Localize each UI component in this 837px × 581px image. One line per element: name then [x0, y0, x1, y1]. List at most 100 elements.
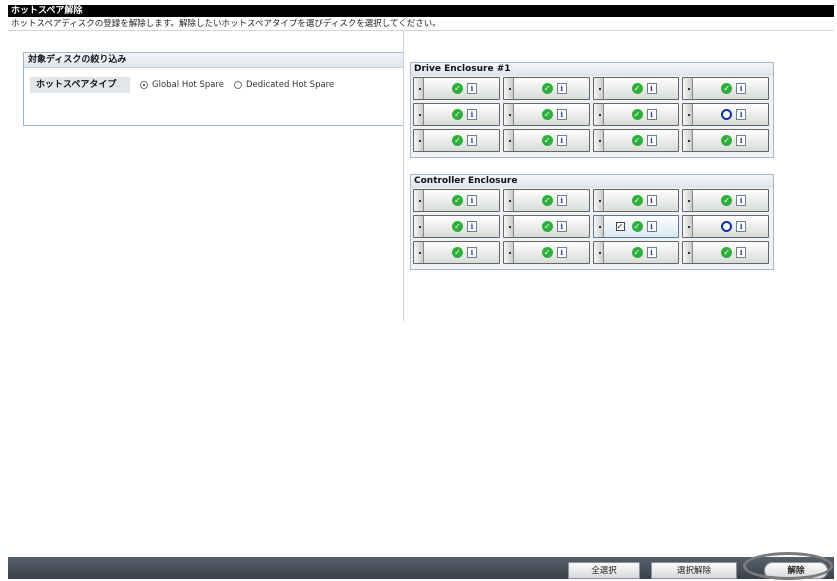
radio-global-hot-spare[interactable]: Global Hot Spare	[140, 80, 224, 90]
disk-slot[interactable]: ✓ i	[502, 103, 590, 126]
drive-latch-icon	[593, 130, 604, 151]
info-icon[interactable]: i	[556, 135, 567, 146]
drive-latch-icon	[593, 78, 604, 99]
disk-slot[interactable]: ✓ i	[502, 215, 590, 238]
enclosure-title: Controller Enclosure	[411, 175, 773, 188]
info-icon[interactable]: i	[646, 83, 657, 94]
disk-slot[interactable]: ✓ i	[413, 129, 500, 152]
info-icon[interactable]: i	[467, 135, 477, 146]
disk-slot[interactable]: ✓ i	[413, 241, 500, 264]
drive-latch-icon	[414, 216, 424, 237]
info-icon[interactable]: i	[467, 195, 477, 206]
disk-slot[interactable]: ✓ i	[592, 189, 680, 212]
deselect-button[interactable]: 選択解除	[651, 562, 737, 579]
check-circle-icon: ✓	[541, 195, 553, 206]
check-circle-icon: ✓	[631, 135, 643, 146]
info-icon[interactable]: i	[736, 135, 747, 146]
info-icon[interactable]: i	[467, 247, 477, 258]
check-circle-icon: ✓	[631, 221, 643, 232]
disk-row: ✓ i ✓ i ✓ i ✓ i	[413, 77, 772, 102]
release-button[interactable]: 解除	[764, 562, 828, 579]
info-icon[interactable]: i	[646, 247, 657, 258]
info-icon[interactable]: i	[556, 109, 567, 120]
disk-row: ✓ i ✓ i ✓ i ✓ i	[413, 129, 772, 154]
check-circle-icon: ✓	[541, 109, 553, 120]
hot-spare-release-window: ホットスペア解除 ホットスペアディスクの登録を解除します。解除したいホットスペア…	[8, 5, 834, 579]
hot-spare-ring-icon	[721, 109, 733, 120]
disk-slot[interactable]: ✓ i	[502, 77, 590, 100]
info-icon[interactable]: i	[556, 221, 567, 232]
check-circle-icon: ✓	[452, 195, 463, 206]
check-circle-icon: ✓	[631, 83, 643, 94]
drive-latch-icon	[414, 78, 424, 99]
disk-slot[interactable]: i	[682, 215, 769, 238]
drive-latch-icon	[683, 190, 694, 211]
check-circle-icon: ✓	[452, 135, 463, 146]
disk-slot[interactable]: ✓ i	[592, 103, 680, 126]
radio-global-label: Global Hot Spare	[152, 80, 224, 90]
disk-slot[interactable]: ✓ i	[682, 189, 769, 212]
radio-dot-unselected[interactable]	[233, 81, 242, 89]
drive-latch-icon	[503, 130, 514, 151]
check-circle-icon: ✓	[631, 247, 643, 258]
disk-slot[interactable]: ✓ ✓ i	[592, 215, 680, 238]
info-icon[interactable]: i	[736, 221, 747, 232]
drive-enclosure-panel: Drive Enclosure #1 ✓ i ✓ i ✓ i ✓ i ✓ i ✓ i ✓ i i ✓ i ✓ i ✓ i…	[410, 62, 774, 158]
info-icon[interactable]: i	[556, 83, 567, 94]
disk-row: ✓ i ✓ i ✓ i ✓ i	[413, 189, 772, 214]
check-circle-icon: ✓	[541, 247, 553, 258]
info-icon[interactable]: i	[646, 135, 657, 146]
disk-slot[interactable]: ✓ i	[413, 215, 500, 238]
drive-latch-icon	[683, 104, 694, 125]
disk-slot[interactable]: ✓ i	[682, 129, 769, 152]
disk-grid: ✓ i ✓ i ✓ i ✓ i ✓ i ✓ i ✓ ✓ i i ✓ i ✓ i ✓ i ✓ i	[411, 188, 773, 269]
disk-slot[interactable]: i	[682, 103, 769, 126]
disk-slot[interactable]: ✓ i	[413, 103, 500, 126]
disk-slot[interactable]: ✓ i	[592, 129, 680, 152]
info-icon[interactable]: i	[646, 195, 657, 206]
info-icon[interactable]: i	[736, 247, 747, 258]
disk-slot[interactable]: ✓ i	[682, 77, 769, 100]
info-icon[interactable]: i	[646, 109, 657, 120]
drive-latch-icon	[414, 190, 424, 211]
disk-slot[interactable]: ✓ i	[413, 77, 500, 100]
disk-select-checkbox[interactable]: ✓	[615, 222, 625, 231]
info-icon[interactable]: i	[646, 221, 657, 232]
info-icon[interactable]: i	[556, 247, 567, 258]
drive-latch-icon	[683, 78, 694, 99]
disk-slot[interactable]: ✓ i	[502, 241, 590, 264]
select-all-button[interactable]: 全選択	[568, 562, 640, 579]
hot-spare-ring-icon	[721, 221, 733, 232]
info-icon[interactable]: i	[736, 195, 747, 206]
info-icon[interactable]: i	[467, 83, 477, 94]
info-icon[interactable]: i	[736, 83, 747, 94]
hot-spare-type-row: ホットスペアタイプ Global Hot Spare Dedicated Hot…	[30, 77, 334, 93]
drive-latch-icon	[503, 242, 514, 263]
disk-slot[interactable]: ✓ i	[592, 77, 680, 100]
panel-divider	[403, 31, 404, 321]
drive-latch-icon	[414, 242, 424, 263]
drive-latch-icon	[593, 190, 604, 211]
info-icon[interactable]: i	[467, 109, 477, 120]
disk-slot[interactable]: ✓ i	[413, 189, 500, 212]
drive-latch-icon	[503, 216, 514, 237]
disk-slot[interactable]: ✓ i	[502, 129, 590, 152]
check-circle-icon: ✓	[721, 195, 733, 206]
check-circle-icon: ✓	[452, 247, 463, 258]
disk-slot[interactable]: ✓ i	[682, 241, 769, 264]
disk-row: ✓ i ✓ i ✓ i i	[413, 103, 772, 128]
check-circle-icon: ✓	[541, 221, 553, 232]
drive-latch-icon	[414, 130, 424, 151]
drive-latch-icon	[414, 104, 424, 125]
check-circle-icon: ✓	[721, 247, 733, 258]
info-icon[interactable]: i	[736, 109, 747, 120]
check-circle-icon: ✓	[721, 83, 733, 94]
info-icon[interactable]: i	[467, 221, 477, 232]
disk-slot[interactable]: ✓ i	[502, 189, 590, 212]
drive-latch-icon	[593, 242, 604, 263]
drive-latch-icon	[593, 104, 604, 125]
radio-dot-selected[interactable]	[140, 81, 148, 89]
radio-dedicated-hot-spare[interactable]: Dedicated Hot Spare	[233, 80, 334, 90]
disk-slot[interactable]: ✓ i	[592, 241, 680, 264]
info-icon[interactable]: i	[556, 195, 567, 206]
